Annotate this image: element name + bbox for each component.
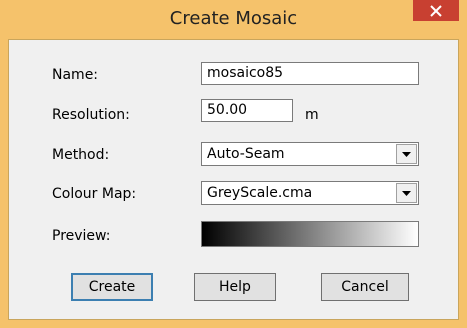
preview-label: Preview: (52, 228, 111, 244)
cancel-button[interactable]: Cancel (321, 273, 409, 301)
resolution-input[interactable]: 50.00 (201, 99, 293, 122)
close-button[interactable] (413, 0, 459, 21)
dialog-body: Name: mosaico85 Resolution: 50.00 m Meth… (8, 39, 459, 320)
name-label: Name: (52, 67, 99, 83)
create-mosaic-dialog: Create Mosaic Name: mosaico85 Resolution… (0, 0, 467, 328)
title-bar[interactable]: Create Mosaic (0, 0, 467, 39)
method-dropdown-button[interactable] (396, 144, 417, 164)
colour-map-dropdown-button[interactable] (396, 183, 417, 203)
method-label: Method: (52, 147, 110, 163)
method-selected-value: Auto-Seam (207, 146, 285, 162)
colour-map-select[interactable]: GreyScale.cma (201, 181, 419, 205)
method-select[interactable]: Auto-Seam (201, 142, 419, 166)
resolution-label: Resolution: (52, 107, 130, 123)
chevron-down-icon (402, 190, 411, 196)
help-button[interactable]: Help (194, 273, 276, 301)
colour-map-selected-value: GreyScale.cma (207, 185, 313, 201)
colour-map-preview (201, 221, 419, 247)
create-button[interactable]: Create (71, 273, 153, 301)
name-input[interactable]: mosaico85 (201, 62, 419, 85)
chevron-down-icon (402, 151, 411, 157)
resolution-unit: m (305, 107, 319, 123)
close-icon (430, 4, 442, 17)
colour-map-label: Colour Map: (52, 186, 137, 202)
dialog-title: Create Mosaic (169, 8, 298, 29)
